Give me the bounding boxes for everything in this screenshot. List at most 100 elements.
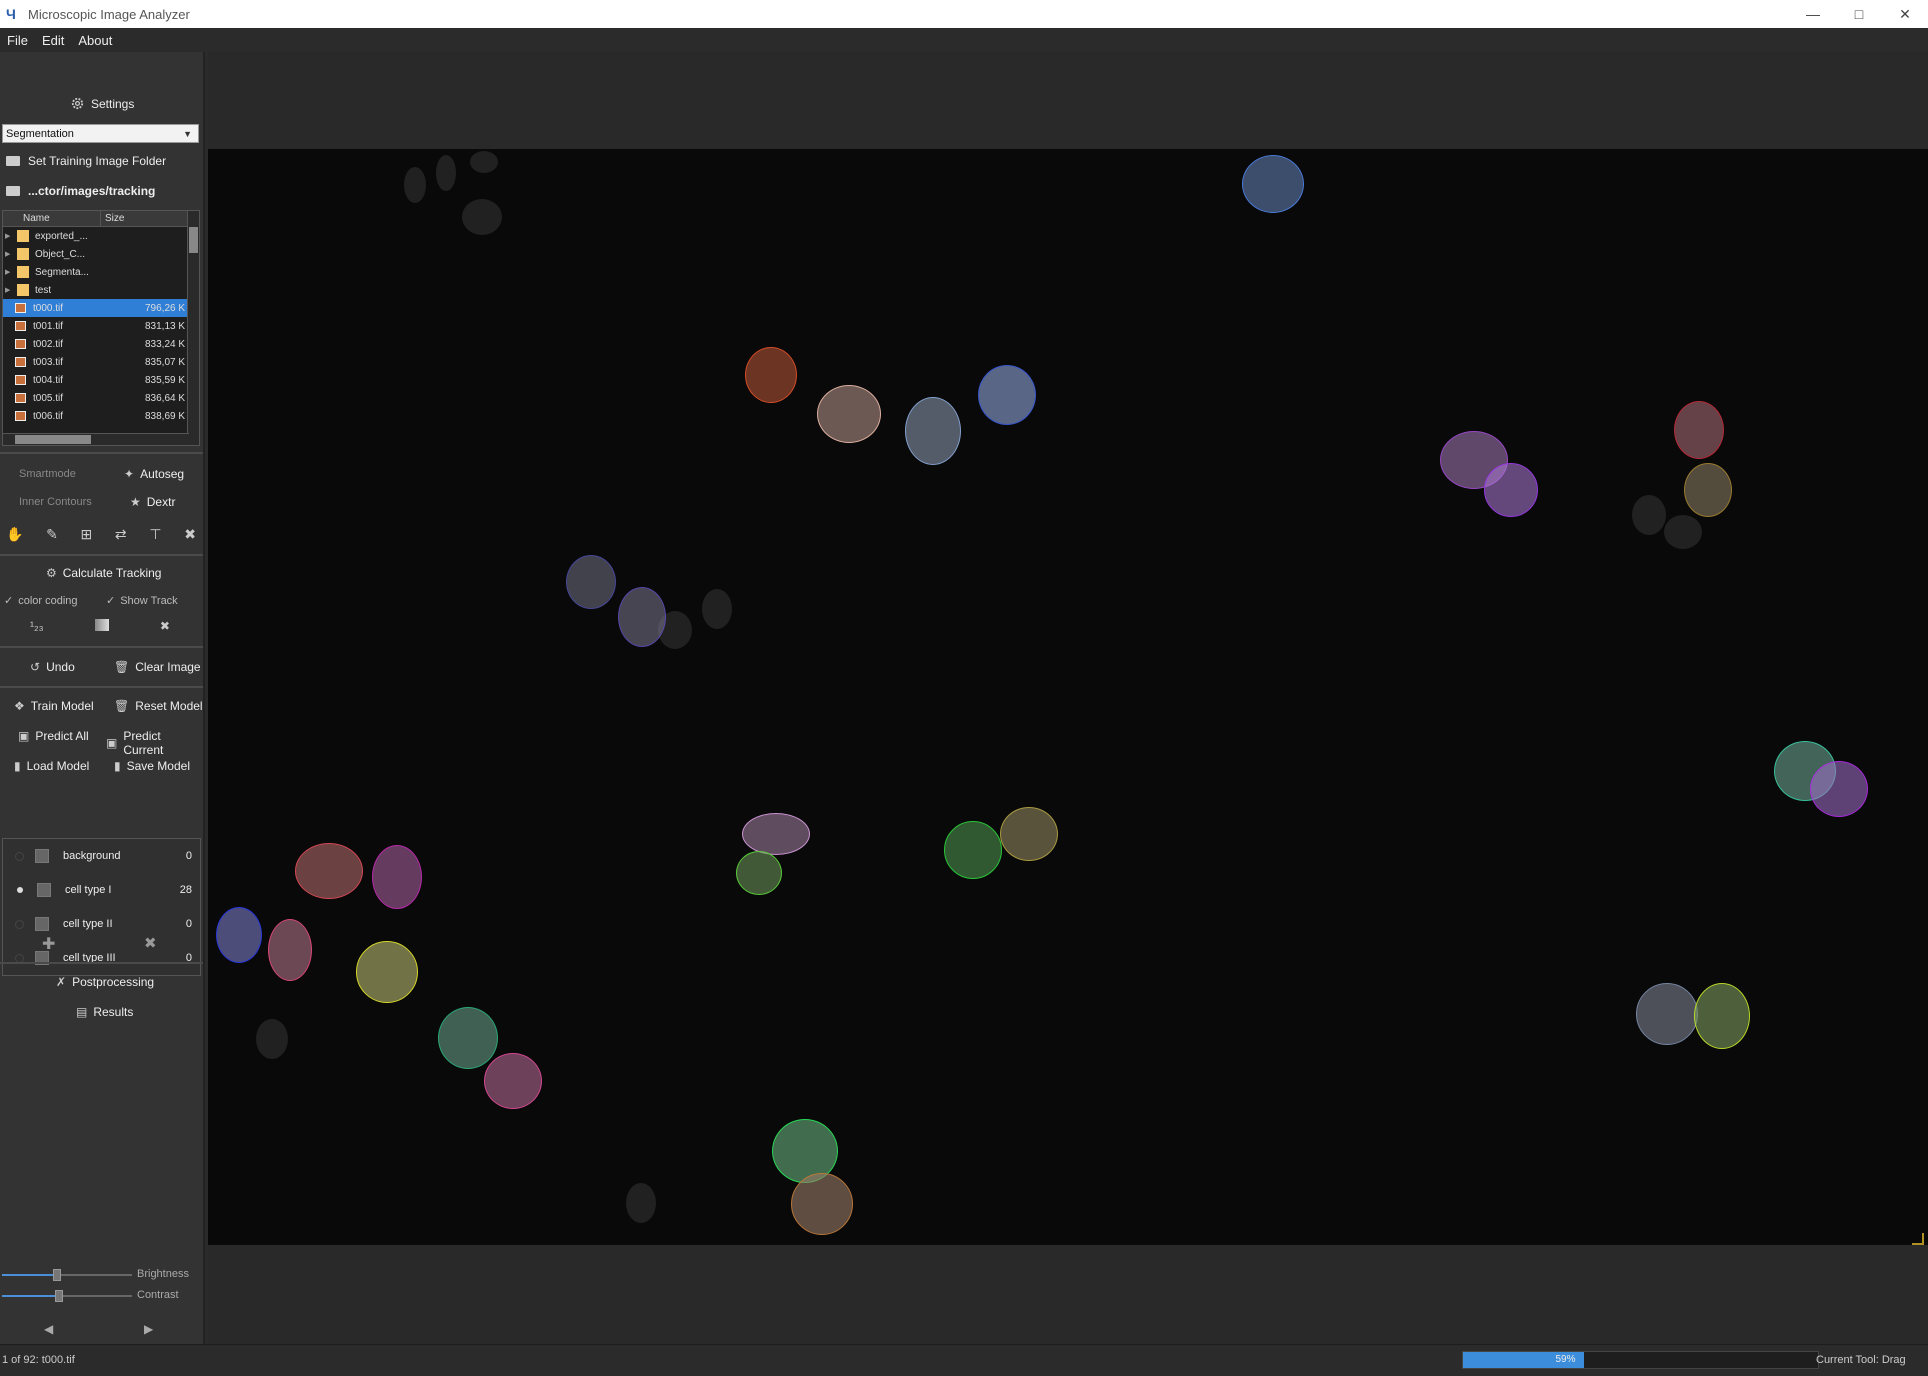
segmented-nucleus[interactable] xyxy=(1684,463,1732,517)
menu-file[interactable]: File xyxy=(0,33,35,48)
file-row[interactable]: t006.tif 838,69 K xyxy=(3,407,199,425)
remove-class-icon[interactable]: ✖ xyxy=(144,934,157,952)
folder-row[interactable]: ▶ Object_C... xyxy=(3,245,199,263)
minimize-icon[interactable]: — xyxy=(1790,0,1836,28)
file-row[interactable]: t002.tif 833,24 K xyxy=(3,335,199,353)
gradient-icon[interactable] xyxy=(94,619,109,631)
segmented-nucleus[interactable] xyxy=(1810,761,1868,817)
menu-about[interactable]: About xyxy=(71,33,119,48)
segmented-nucleus[interactable] xyxy=(817,385,881,443)
column-size[interactable]: Size xyxy=(101,211,124,226)
segmented-nucleus[interactable] xyxy=(295,843,363,899)
previous-image-icon[interactable]: ◀ xyxy=(44,1322,53,1336)
file-row[interactable]: t000.tif 796,26 K xyxy=(3,299,199,317)
menu-edit[interactable]: Edit xyxy=(35,33,71,48)
predict-all-button[interactable]: ▣ Predict All xyxy=(18,729,89,743)
resize-grip-icon[interactable] xyxy=(1912,1233,1924,1245)
checkmark-icon[interactable]: ✓ xyxy=(106,594,115,607)
file-tree-vscroll[interactable] xyxy=(187,211,199,445)
file-row[interactable]: t005.tif 836,64 K xyxy=(3,389,199,407)
segmented-nucleus[interactable] xyxy=(978,365,1036,425)
pen-icon[interactable]: ✎ xyxy=(46,526,58,543)
dextr-button[interactable]: ★ Dextr xyxy=(130,495,175,509)
numbering-icon[interactable]: ¹₂₃ xyxy=(30,619,44,633)
calculate-tracking-button[interactable]: ⚙ Calculate Tracking xyxy=(46,566,161,580)
crop-icon[interactable]: ⊞ xyxy=(81,526,93,543)
reset-model-button[interactable]: 🗑 Reset Model xyxy=(114,699,203,713)
show-track-checkbox[interactable]: ✓ Show Track xyxy=(106,594,178,608)
inner-contours-checkbox[interactable]: Inner Contours xyxy=(4,496,92,508)
class-color-swatch[interactable] xyxy=(35,849,49,863)
clear-image-button[interactable]: 🗑 Clear Image xyxy=(114,660,201,674)
stamp-icon[interactable]: ⊤ xyxy=(149,526,161,543)
undo-button[interactable]: ↺ Undo xyxy=(30,660,75,674)
mode-select[interactable]: Segmentation ▼ xyxy=(2,124,199,143)
hand-icon[interactable]: ✋ xyxy=(6,526,23,543)
segmented-nucleus[interactable] xyxy=(1000,807,1058,861)
segmented-nucleus[interactable] xyxy=(905,397,961,465)
folder-row[interactable]: ▶ test xyxy=(3,281,199,299)
scroll-thumb[interactable] xyxy=(15,435,91,444)
segmented-nucleus[interactable] xyxy=(618,587,666,647)
add-class-icon[interactable]: ✚ xyxy=(42,934,55,954)
expand-arrow-icon[interactable]: ▶ xyxy=(5,286,13,294)
segmented-nucleus[interactable] xyxy=(944,821,1002,879)
delete-icon[interactable]: ✖ xyxy=(184,526,196,543)
settings-button[interactable]: Settings xyxy=(70,96,134,111)
segmented-nucleus[interactable] xyxy=(791,1173,853,1235)
contrast-slider[interactable] xyxy=(2,1290,132,1302)
set-training-folder-button[interactable]: Set Training Image Folder xyxy=(6,154,166,168)
checkmark-icon[interactable]: ✓ xyxy=(4,594,13,607)
expand-arrow-icon[interactable]: ▶ xyxy=(5,268,13,276)
segmented-nucleus[interactable] xyxy=(566,555,616,609)
file-row[interactable]: t003.tif 835,07 K xyxy=(3,353,199,371)
class-row-cell-type-i[interactable]: cell type I 28 xyxy=(3,873,200,907)
segmented-nucleus[interactable] xyxy=(736,851,782,895)
class-color-swatch[interactable] xyxy=(35,917,49,931)
autoseg-button[interactable]: ✦ Autoseg xyxy=(124,467,184,481)
class-radio[interactable] xyxy=(17,887,23,893)
segmented-nucleus[interactable] xyxy=(745,347,797,403)
segmented-nucleus[interactable] xyxy=(438,1007,498,1069)
next-image-icon[interactable]: ▶ xyxy=(144,1322,153,1336)
shuffle-icon[interactable]: ⇄ xyxy=(115,526,127,543)
results-button[interactable]: ▤ Results xyxy=(76,1005,133,1019)
file-tree-hscroll[interactable] xyxy=(3,433,189,445)
class-row-cell-type-iii[interactable]: cell type III 0 xyxy=(3,941,200,975)
postprocessing-button[interactable]: ✗ Postprocessing xyxy=(56,975,154,989)
expand-arrow-icon[interactable]: ▶ xyxy=(5,232,13,240)
predict-current-button[interactable]: ▣ Predict Current xyxy=(106,729,203,757)
load-model-button[interactable]: ▮ Load Model xyxy=(14,759,89,773)
save-model-button[interactable]: ▮ Save Model xyxy=(114,759,190,773)
segmented-nucleus[interactable] xyxy=(268,919,312,981)
segmented-nucleus[interactable] xyxy=(1694,983,1750,1049)
segmented-nucleus[interactable] xyxy=(1242,155,1304,213)
segmented-nucleus[interactable] xyxy=(216,907,262,963)
segmented-nucleus[interactable] xyxy=(742,813,810,855)
folder-row[interactable]: ▶ Segmenta... xyxy=(3,263,199,281)
smartmode-checkbox[interactable]: Smartmode xyxy=(4,468,76,480)
segmented-nucleus[interactable] xyxy=(1674,401,1724,459)
column-name[interactable]: Name xyxy=(3,211,101,226)
maximize-icon[interactable]: □ xyxy=(1836,0,1882,28)
file-row[interactable]: t001.tif 831,13 K xyxy=(3,317,199,335)
train-model-button[interactable]: ❖ Train Model xyxy=(14,699,94,713)
segmented-nucleus[interactable] xyxy=(1484,463,1538,517)
close-icon[interactable]: ✕ xyxy=(1882,0,1928,28)
image-canvas[interactable] xyxy=(208,149,1928,1245)
brightness-slider[interactable] xyxy=(2,1269,132,1281)
class-row-background[interactable]: background 0 xyxy=(3,839,200,873)
file-tree[interactable]: Name Size ▶ exported_... ▶ Object_C... ▶ Se… xyxy=(2,210,200,446)
clear-tracks-icon[interactable]: ✖ xyxy=(160,619,170,633)
class-radio[interactable] xyxy=(15,851,24,861)
scroll-thumb[interactable] xyxy=(189,227,198,253)
folder-row[interactable]: ▶ exported_... xyxy=(3,227,199,245)
segmented-nucleus[interactable] xyxy=(356,941,418,1003)
slider-handle[interactable] xyxy=(52,1269,61,1281)
file-row[interactable]: t004.tif 835,59 K xyxy=(3,371,199,389)
class-row-cell-type-ii[interactable]: cell type II 0 xyxy=(3,907,200,941)
class-color-swatch[interactable] xyxy=(37,883,51,897)
slider-handle[interactable] xyxy=(55,1290,64,1302)
color-coding-checkbox[interactable]: ✓ color coding xyxy=(4,594,78,608)
expand-arrow-icon[interactable]: ▶ xyxy=(5,250,13,258)
